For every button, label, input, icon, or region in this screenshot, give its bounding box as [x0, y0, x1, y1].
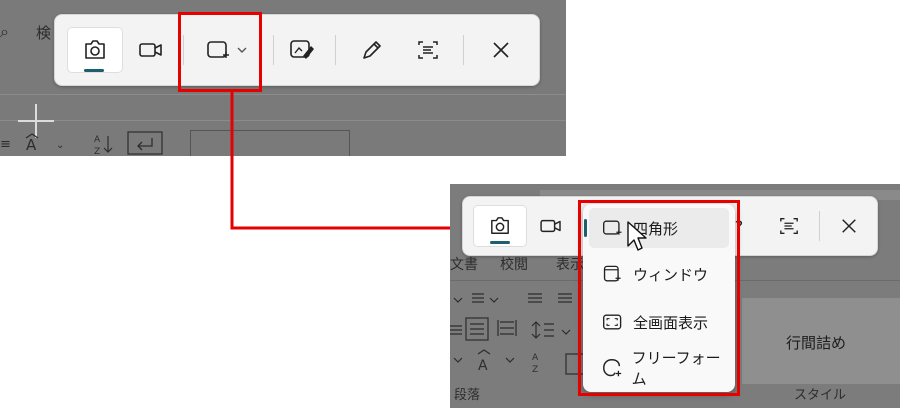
- close-button[interactable]: [829, 205, 869, 247]
- active-mode-indicator: [490, 241, 510, 244]
- highlight-box-menu: [578, 200, 740, 396]
- style-gallery-item[interactable]: 行間詰め: [742, 298, 900, 384]
- svg-text:A: A: [532, 353, 539, 363]
- camera-icon: [491, 217, 509, 234]
- toolbar-separator: [819, 211, 820, 241]
- close-icon: [842, 219, 856, 233]
- video-icon: [540, 219, 561, 233]
- text-action-button[interactable]: [769, 205, 809, 247]
- svg-text:Z: Z: [532, 365, 538, 375]
- tab-document[interactable]: 文書: [450, 254, 478, 274]
- style-line-spacing: 行間詰め: [786, 334, 847, 352]
- video-mode-button[interactable]: [529, 205, 573, 247]
- paragraph-ribbon-icons: A A Z: [450, 293, 587, 375]
- tab-review[interactable]: 校閲: [500, 254, 528, 274]
- svg-text:A: A: [478, 358, 488, 374]
- text-extract-icon: [780, 218, 798, 234]
- group-label-style: スタイル: [794, 388, 847, 403]
- group-label-paragraph: 段落: [454, 388, 481, 403]
